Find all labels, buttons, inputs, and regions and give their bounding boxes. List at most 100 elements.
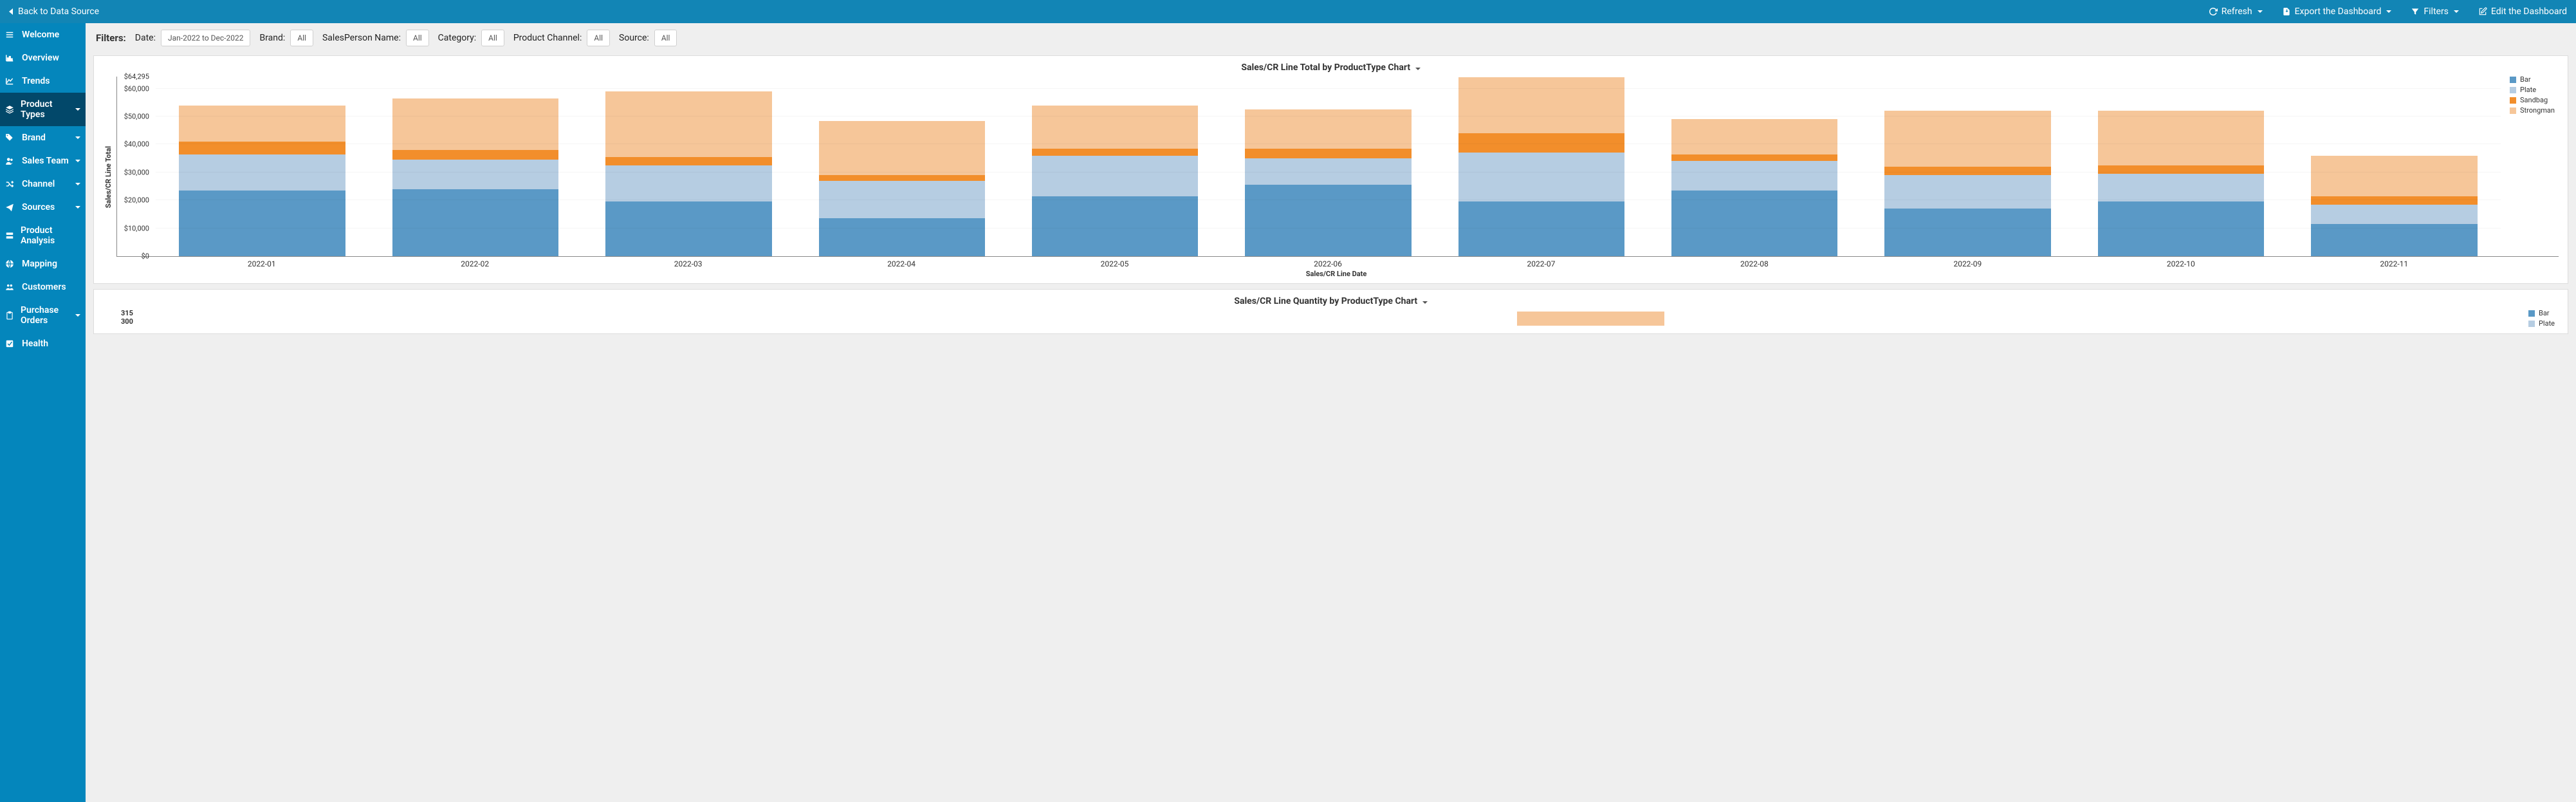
bar-segment-sandbag bbox=[1245, 149, 1411, 158]
chevron-down-icon bbox=[2454, 10, 2459, 13]
export-dashboard-button[interactable]: Export the Dashboard bbox=[2282, 6, 2392, 17]
chevron-down-icon bbox=[75, 183, 80, 185]
bar-segment-strongman bbox=[819, 121, 985, 176]
sidebar-item-label: Health bbox=[22, 339, 48, 349]
sidebar-item-trends[interactable]: Trends bbox=[0, 70, 86, 93]
bar-stack[interactable] bbox=[392, 98, 558, 256]
people-icon bbox=[5, 283, 15, 292]
bar-segment-strongman bbox=[2311, 156, 2477, 196]
bar-stack[interactable] bbox=[1458, 77, 1624, 256]
filter-value[interactable]: All bbox=[481, 30, 504, 46]
back-label: Back to Data Source bbox=[18, 6, 99, 17]
sidebar-item-label: Welcome bbox=[22, 30, 59, 40]
filters-button[interactable]: Filters bbox=[2411, 6, 2459, 17]
bar-chart-icon bbox=[5, 53, 15, 62]
bar-segment-bar bbox=[1245, 185, 1411, 256]
bar-stack[interactable] bbox=[1032, 106, 1198, 256]
bar-stack[interactable] bbox=[819, 121, 985, 256]
filter-value[interactable]: Jan-2022 to Dec-2022 bbox=[161, 30, 251, 46]
bar-segment-bar bbox=[1884, 209, 2050, 256]
sidebar-item-product-analysis[interactable]: Product Analysis bbox=[0, 219, 86, 252]
bar-stack[interactable] bbox=[1884, 111, 2050, 256]
chevron-down-icon bbox=[2258, 10, 2263, 13]
bar-segment-strongman bbox=[1032, 106, 1198, 149]
filter-name: Product Channel: bbox=[513, 33, 582, 43]
bar-segment-sandbag bbox=[1671, 154, 1837, 162]
bar-stack[interactable] bbox=[179, 106, 345, 256]
bar-slot bbox=[2074, 77, 2287, 256]
back-to-data-source[interactable]: Back to Data Source bbox=[9, 6, 99, 17]
sidebar-item-mapping[interactable]: Mapping bbox=[0, 252, 86, 275]
y-tick: $64,295 bbox=[124, 73, 149, 81]
bar-segment-sandbag bbox=[605, 157, 771, 165]
filter-value[interactable]: All bbox=[587, 30, 610, 46]
sidebar-item-channel[interactable]: Channel bbox=[0, 173, 86, 196]
filter-value[interactable]: All bbox=[290, 30, 313, 46]
bar-slot bbox=[1861, 77, 2074, 256]
y-tick: $30,000 bbox=[124, 168, 149, 176]
x-tick-label: 2022-08 bbox=[1648, 257, 1861, 268]
chart-title[interactable]: Sales/CR Line Quantity by ProductType Ch… bbox=[103, 296, 2559, 306]
sidebar-item-sales-team[interactable]: Sales Team bbox=[0, 149, 86, 173]
bar-slot bbox=[582, 77, 795, 256]
sidebar-item-label: Purchase Orders bbox=[21, 305, 69, 326]
bar-slot bbox=[1435, 77, 1648, 256]
bar-stack[interactable] bbox=[2311, 156, 2477, 256]
chevron-down-icon bbox=[1422, 301, 1428, 304]
filter-group: Brand: All bbox=[259, 30, 313, 46]
bar-segment-plate bbox=[2098, 174, 2264, 201]
sidebar-item-sources[interactable]: Sources bbox=[0, 196, 86, 219]
x-tick-label: 2022-03 bbox=[582, 257, 795, 268]
send-icon bbox=[5, 203, 15, 212]
sidebar-item-product-types[interactable]: Product Types bbox=[0, 93, 86, 126]
bar-segment-bar bbox=[179, 191, 345, 256]
refresh-button[interactable]: Refresh bbox=[2209, 6, 2263, 17]
bar-segment-plate bbox=[1884, 175, 2050, 209]
filter-name: Brand: bbox=[259, 33, 285, 43]
database-icon bbox=[5, 231, 14, 240]
edit-icon bbox=[2478, 7, 2487, 16]
sidebar-item-brand[interactable]: Brand bbox=[0, 126, 86, 149]
bar-segment-strongman bbox=[1458, 77, 1624, 133]
sidebar-item-purchase-orders[interactable]: Purchase Orders bbox=[0, 299, 86, 332]
chart-title[interactable]: Sales/CR Line Total by ProductType Chart bbox=[103, 62, 2559, 73]
bar-segment-bar bbox=[1032, 196, 1198, 256]
sidebar-item-health[interactable]: Health bbox=[0, 332, 86, 355]
clipboard-icon bbox=[5, 311, 14, 320]
sidebar-item-label: Sources bbox=[22, 202, 55, 212]
bar-segment-bar bbox=[2098, 201, 2264, 256]
sidebar-item-label: Product Analysis bbox=[21, 225, 80, 246]
filter-group: Date: Jan-2022 to Dec-2022 bbox=[135, 30, 251, 46]
x-tick-label: 2022-01 bbox=[155, 257, 368, 268]
bar-segment-sandbag bbox=[1884, 167, 2050, 175]
bar-segment-sandbag bbox=[819, 175, 985, 181]
bar-segment-sandbag bbox=[2098, 165, 2264, 174]
sidebar-item-welcome[interactable]: Welcome bbox=[0, 23, 86, 46]
bar-slot bbox=[2288, 77, 2501, 256]
y-tick: $50,000 bbox=[124, 113, 149, 121]
bar-segment-plate bbox=[605, 165, 771, 201]
refresh-icon bbox=[2209, 7, 2218, 16]
filter-name: Source: bbox=[619, 33, 649, 43]
bar-stack[interactable] bbox=[1671, 119, 1837, 256]
bar-segment-strongman bbox=[1671, 119, 1837, 154]
topbar: Back to Data Source Refresh Export the D… bbox=[0, 0, 2576, 23]
bar-slot bbox=[1222, 77, 1435, 256]
bar-segment-strongman bbox=[1884, 111, 2050, 167]
filter-value[interactable]: All bbox=[406, 30, 429, 46]
bar-stack[interactable] bbox=[1245, 109, 1411, 256]
chevron-down-icon bbox=[75, 314, 80, 317]
chevron-down-icon bbox=[75, 136, 80, 139]
bar-stack[interactable] bbox=[2098, 111, 2264, 256]
sidebar-item-overview[interactable]: Overview bbox=[0, 46, 86, 70]
chevron-down-icon bbox=[75, 206, 80, 209]
filter-group: SalesPerson Name: All bbox=[322, 30, 429, 46]
menu-icon bbox=[5, 30, 15, 39]
bar-slot bbox=[369, 77, 582, 256]
x-tick-label: 2022-09 bbox=[1861, 257, 2074, 268]
bar-segment-plate bbox=[2311, 205, 2477, 224]
edit-dashboard-button[interactable]: Edit the Dashboard bbox=[2478, 6, 2567, 17]
filter-value[interactable]: All bbox=[654, 30, 677, 46]
sidebar-item-customers[interactable]: Customers bbox=[0, 275, 86, 299]
x-tick-label: 2022-04 bbox=[795, 257, 1007, 268]
